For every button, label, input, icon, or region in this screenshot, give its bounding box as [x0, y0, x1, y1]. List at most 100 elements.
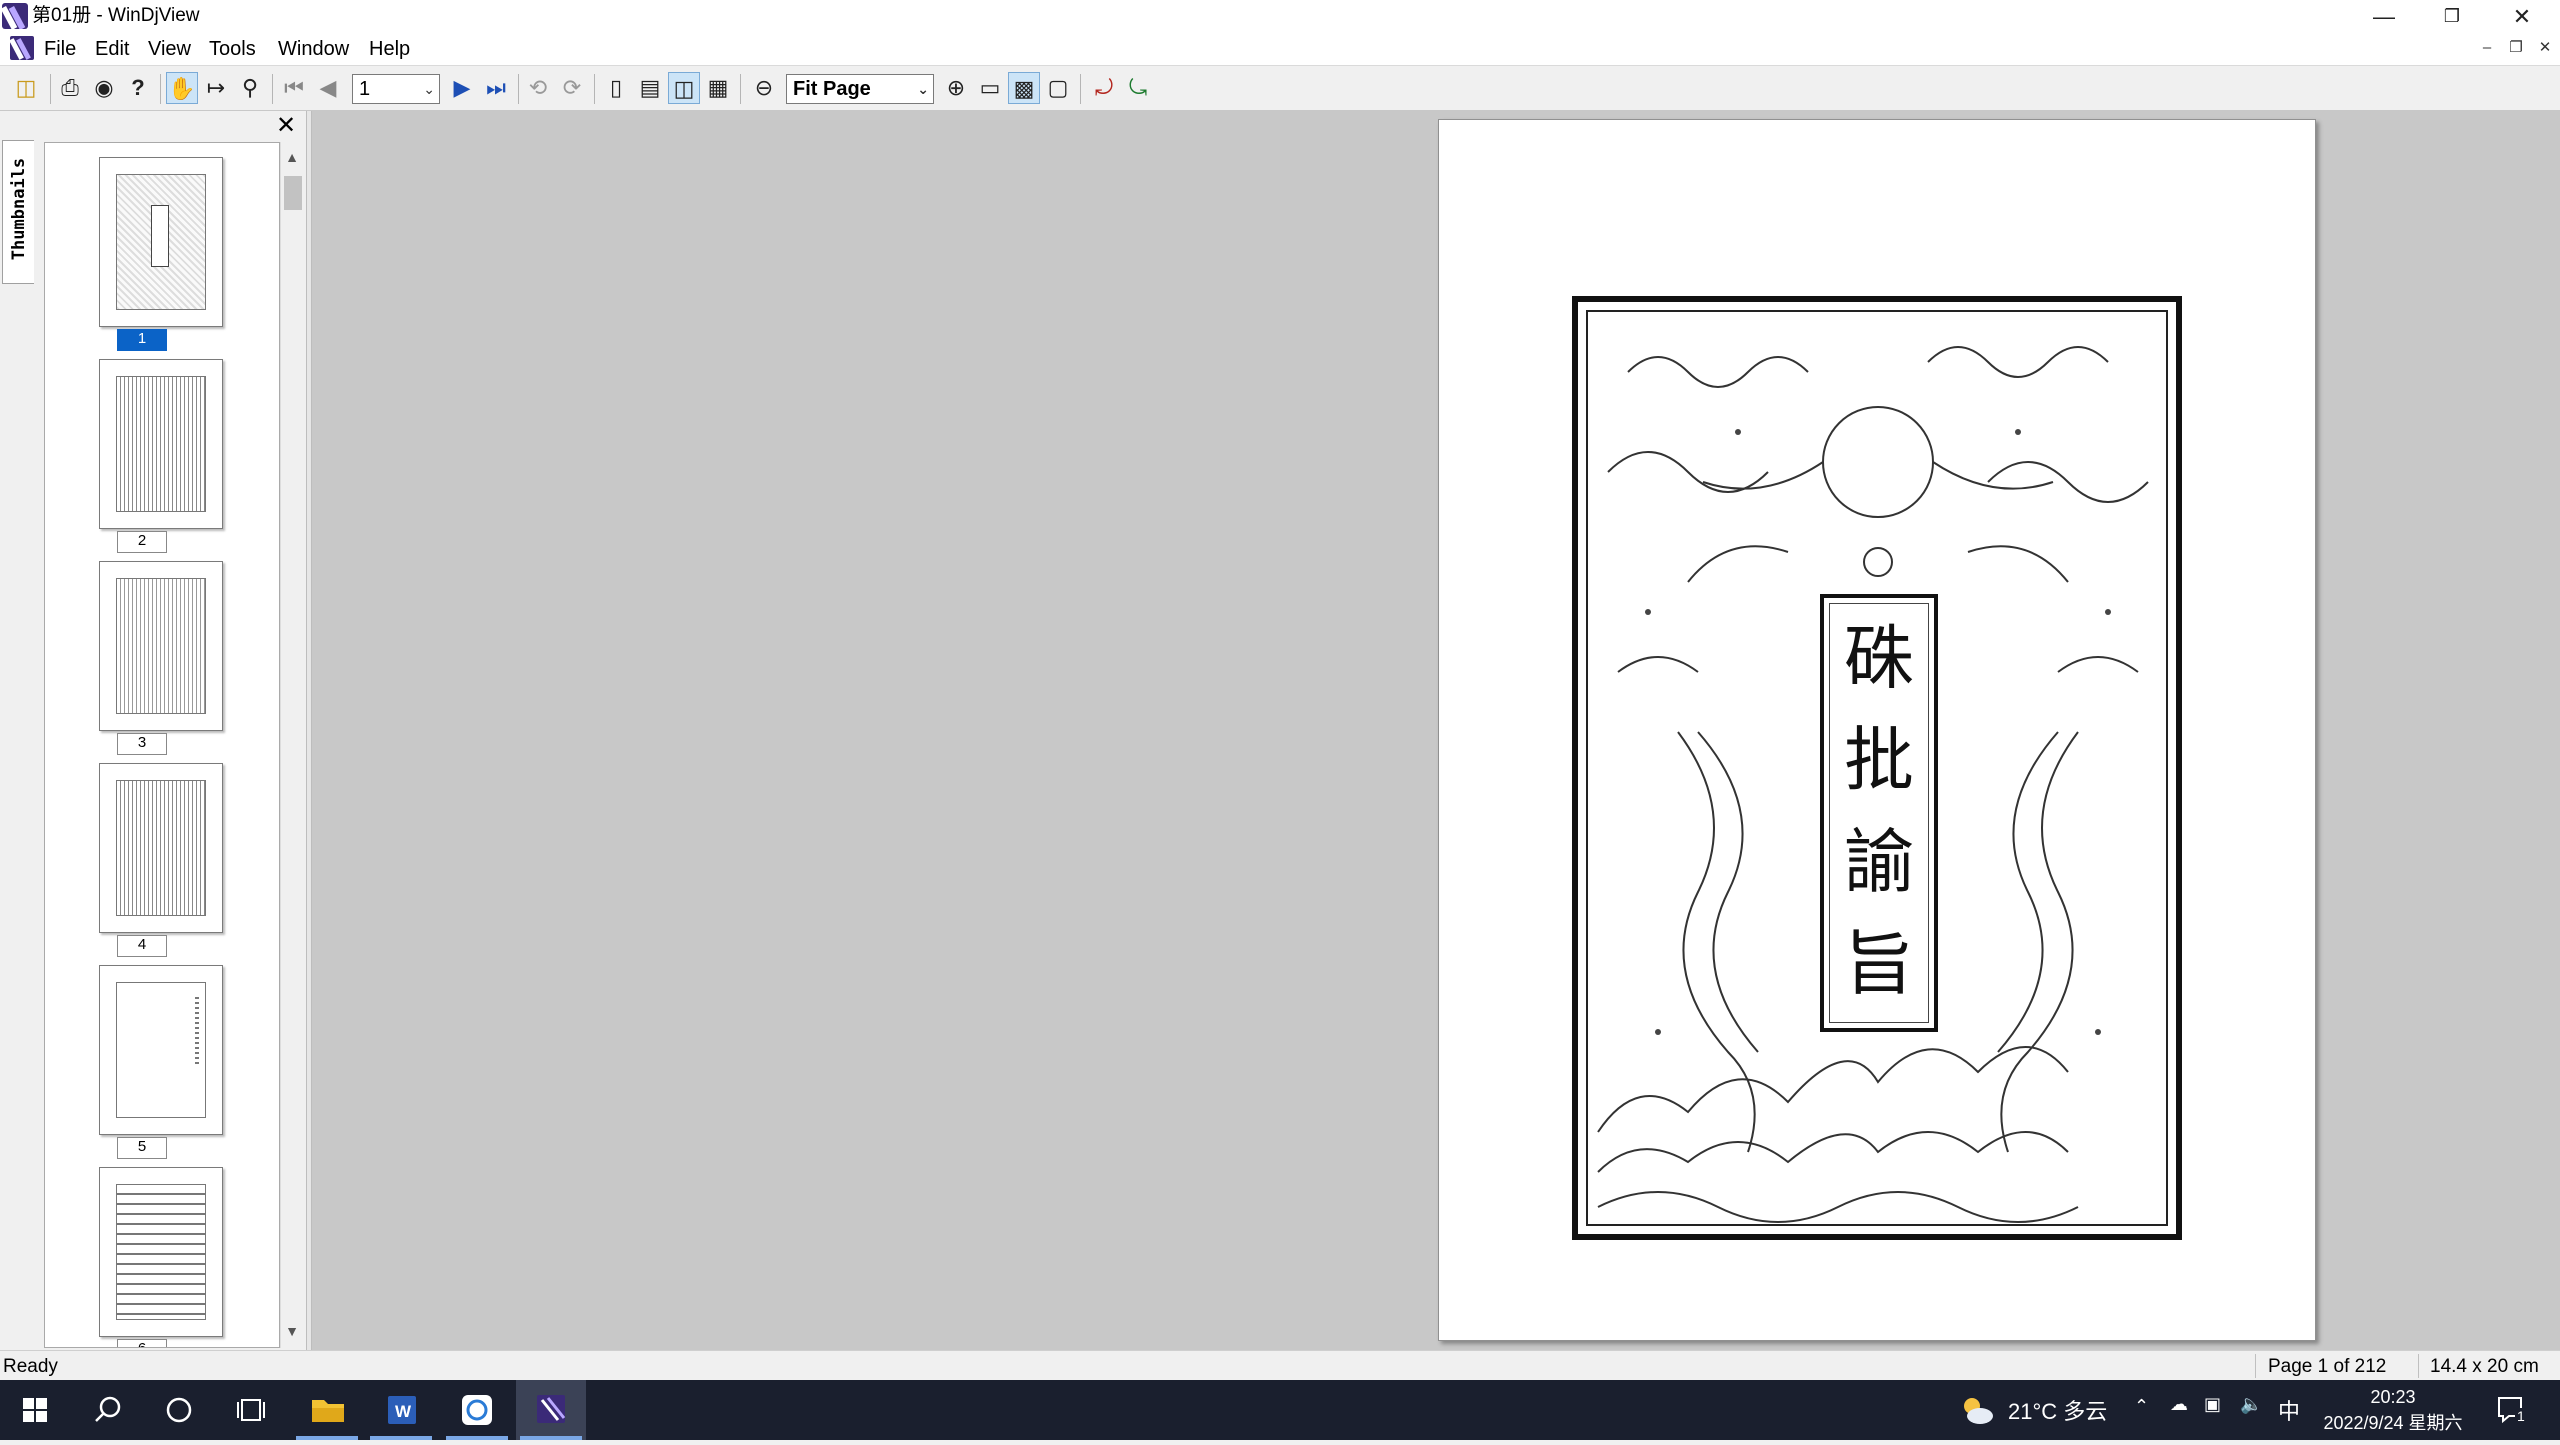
chevron-up-icon[interactable]: ⌃	[2134, 1396, 2149, 1417]
mdi-restore-button[interactable]: ❐	[2503, 36, 2529, 60]
continuous-facing-icon[interactable]: ▦	[702, 72, 734, 104]
first-page-icon[interactable]: ⏮	[278, 72, 310, 104]
close-button[interactable]: ✕	[2488, 0, 2556, 33]
status-text: Ready	[3, 1356, 58, 1377]
task-view-button[interactable]	[216, 1380, 286, 1440]
mdi-minimize-button[interactable]: –	[2474, 36, 2500, 60]
hand-tool-icon[interactable]: ✋	[166, 72, 198, 104]
volume-icon[interactable]: 🔈	[2240, 1394, 2262, 1415]
thumbnail-label-6[interactable]: 6	[117, 1339, 167, 1347]
last-page-icon[interactable]: ⏭	[480, 72, 512, 104]
scroll-up-icon[interactable]: ▲	[281, 148, 303, 166]
title-char-1: 硃	[1844, 617, 1914, 699]
close-panel-icon[interactable]: ✕	[274, 114, 298, 138]
next-page-icon[interactable]: ▶	[446, 72, 478, 104]
toolbar: ◫ ⎙ ◉ ? ✋ ↦ ⚲ ⏮ ◀ 1 ⌄ ▶ ⏭ ⟲ ⟳ ▯ ▤ ◫ ▦ ⊖ …	[0, 65, 2560, 111]
zoom-in-icon[interactable]: ⊕	[940, 72, 972, 104]
thumbnail-label-4[interactable]: 4	[117, 935, 167, 957]
task-view-icon	[237, 1399, 265, 1421]
select-tool-icon[interactable]: ↦	[200, 72, 232, 104]
menu-edit[interactable]: Edit	[95, 37, 129, 61]
search-button[interactable]	[72, 1380, 142, 1440]
thumbnail-page-3[interactable]	[99, 561, 223, 731]
thumbnail-preview	[116, 982, 206, 1118]
chevron-down-icon: ⌄	[423, 81, 435, 97]
menu-tools[interactable]: Tools	[209, 37, 256, 61]
thumbnail-label-3[interactable]: 3	[117, 733, 167, 755]
running-indicator	[370, 1436, 432, 1440]
thumbnail-label-1[interactable]: 1	[117, 329, 167, 351]
network-icon[interactable]: ▣	[2204, 1394, 2221, 1415]
taskbar: W 21°C 多云 ⌃ ☁ ▣ 🔈 中 20:23 2022/9/24 星期六 …	[0, 1380, 2560, 1440]
page-number-value: 1	[359, 78, 371, 100]
cloud-app-icon	[462, 1395, 492, 1425]
display-color-icon[interactable]: ▭	[974, 72, 1006, 104]
folder-icon	[312, 1400, 344, 1422]
window-title: 第01册 - WinDjView	[32, 5, 200, 26]
cortana-icon	[166, 1397, 192, 1423]
menu-view[interactable]: View	[148, 37, 191, 61]
thumbnail-page-5[interactable]	[99, 965, 223, 1135]
menu-file[interactable]: File	[44, 37, 76, 61]
menu-window[interactable]: Window	[278, 37, 349, 61]
rotate-left-icon[interactable]: ⤾	[1088, 72, 1120, 104]
previous-page-icon[interactable]: ◀	[312, 72, 344, 104]
single-page-icon[interactable]: ▯	[600, 72, 632, 104]
minimize-button[interactable]: —	[2350, 0, 2418, 33]
menu-help[interactable]: Help	[369, 37, 410, 61]
display-foreground-icon[interactable]: ▢	[1042, 72, 1074, 104]
toolbar-separator	[594, 74, 595, 104]
continuous-icon[interactable]: ▤	[634, 72, 666, 104]
thumbnails-tab[interactable]: Thumbnails	[2, 140, 34, 284]
running-indicator	[296, 1436, 358, 1440]
thumbnail-page-6[interactable]	[99, 1167, 223, 1337]
thumbnail-page-1[interactable]	[99, 157, 223, 327]
scrollbar-thumb[interactable]	[284, 176, 302, 210]
toolbar-separator	[518, 74, 519, 104]
start-button[interactable]	[0, 1380, 70, 1440]
open-icon[interactable]: ◫	[10, 72, 42, 104]
scroll-down-icon[interactable]: ▼	[281, 1322, 303, 1340]
file-explorer-button[interactable]	[292, 1380, 362, 1440]
chevron-down-icon: ⌄	[917, 81, 929, 97]
onedrive-icon[interactable]: ☁	[2170, 1394, 2188, 1415]
forward-icon[interactable]: ⟳	[556, 72, 588, 104]
word-button[interactable]: W	[366, 1380, 436, 1440]
notification-center-button[interactable]: 1	[2494, 1392, 2528, 1426]
help-icon[interactable]: ?	[122, 72, 154, 104]
windjview-icon	[537, 1395, 566, 1423]
find-icon[interactable]: ◉	[88, 72, 120, 104]
thumbnail-scrollbar[interactable]: ▲ ▼	[280, 142, 304, 1348]
rotate-right-icon[interactable]: ⤿	[1122, 72, 1154, 104]
windjview-app-icon[interactable]	[2, 3, 28, 29]
print-icon[interactable]: ⎙	[54, 72, 86, 104]
input-method-indicator[interactable]: 中	[2278, 1394, 2300, 1426]
thumbnail-preview	[116, 174, 206, 310]
facing-pages-icon[interactable]: ◫	[668, 72, 700, 104]
document-window-icon[interactable]	[10, 36, 34, 60]
thumbnail-page-2[interactable]	[99, 359, 223, 529]
display-mask-icon[interactable]: ▩	[1008, 72, 1040, 104]
thumbnail-page-4[interactable]	[99, 763, 223, 933]
thumbnail-preview	[116, 780, 206, 916]
windjview-taskbar-button[interactable]	[516, 1380, 586, 1440]
back-icon[interactable]: ⟲	[522, 72, 554, 104]
cloud-app-button[interactable]	[442, 1380, 512, 1440]
thumbnail-list[interactable]: 1 2 3 4 5 6	[44, 142, 280, 1348]
mdi-close-button[interactable]: ✕	[2532, 36, 2558, 60]
title-char-2: 批	[1844, 719, 1914, 801]
zoom-combo[interactable]: Fit Page ⌄	[786, 74, 934, 104]
toolbar-separator	[272, 74, 273, 104]
toolbar-separator	[160, 74, 161, 104]
cortana-button[interactable]	[144, 1380, 214, 1440]
clock[interactable]: 20:23 2022/9/24 星期六	[2318, 1384, 2468, 1436]
thumbnail-preview	[116, 578, 206, 714]
weather-text[interactable]: 21°C 多云	[2008, 1394, 2107, 1426]
windows-logo-icon	[23, 1398, 47, 1422]
restore-button[interactable]: ❐	[2418, 0, 2486, 33]
thumbnail-label-2[interactable]: 2	[117, 531, 167, 553]
page-number-combo[interactable]: 1 ⌄	[352, 74, 440, 104]
zoom-tool-icon[interactable]: ⚲	[234, 72, 266, 104]
thumbnail-label-5[interactable]: 5	[117, 1137, 167, 1159]
zoom-out-icon[interactable]: ⊖	[748, 72, 780, 104]
